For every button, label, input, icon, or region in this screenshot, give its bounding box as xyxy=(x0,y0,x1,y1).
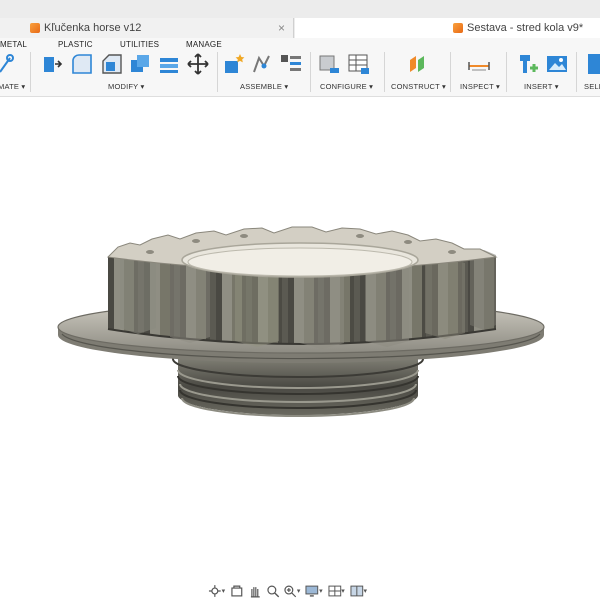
document-tab-strip: Kľučenka horse v12 × Sestava - stred kol… xyxy=(0,0,600,39)
inspect-group-label[interactable]: INSPECT ▾ xyxy=(460,82,500,91)
zoom-window-icon[interactable] xyxy=(282,584,298,598)
document-tab-label: Sestava - stred kola v9* xyxy=(467,22,584,34)
toolbar-separator xyxy=(576,52,577,92)
look-at-icon[interactable] xyxy=(229,584,245,598)
tab-sheet-metal[interactable]: METAL xyxy=(0,40,27,49)
move-copy-icon[interactable] xyxy=(186,52,210,76)
toolbar-separator xyxy=(384,52,385,92)
toolbar-separator xyxy=(217,52,218,92)
viewports-icon[interactable] xyxy=(349,584,365,598)
tab-plastic[interactable]: PLASTIC xyxy=(58,40,93,49)
document-tab-label: Kľučenka horse v12 xyxy=(44,22,142,34)
select-group-label[interactable]: SELE xyxy=(584,82,600,91)
automate-group-label[interactable]: MATE ▾ xyxy=(0,82,25,91)
new-component-icon[interactable] xyxy=(222,52,246,76)
document-cube-icon xyxy=(30,23,40,33)
wheel-hub-model[interactable] xyxy=(0,97,600,567)
joint-icon[interactable] xyxy=(250,52,274,76)
toolbar-separator xyxy=(506,52,507,92)
assemble-group-label[interactable]: ASSEMBLE ▾ xyxy=(240,82,288,91)
grid-settings-icon[interactable] xyxy=(327,584,343,598)
navigation-bar: ▾ ▾ ▾ ▾ ▾ xyxy=(207,583,369,599)
pan-icon[interactable] xyxy=(247,584,263,598)
close-tab-icon[interactable]: × xyxy=(278,21,285,35)
measure-icon[interactable] xyxy=(467,52,491,76)
toolbar-separator xyxy=(310,52,311,92)
select-icon[interactable] xyxy=(586,52,600,76)
joint-origin-icon[interactable] xyxy=(279,52,303,76)
orbit-icon[interactable] xyxy=(207,584,223,598)
document-tab-sestava[interactable]: Sestava - stred kola v9* xyxy=(295,18,600,38)
automate-icon[interactable] xyxy=(0,52,20,76)
chamfer-icon[interactable] xyxy=(100,52,124,76)
offset-plane-icon[interactable] xyxy=(406,52,430,76)
press-pull-icon[interactable] xyxy=(40,52,64,76)
tab-manage[interactable]: MANAGE xyxy=(186,40,222,49)
toolbar-separator xyxy=(30,52,31,92)
zoom-icon[interactable] xyxy=(265,584,281,598)
document-cube-icon xyxy=(453,23,463,33)
display-settings-icon[interactable] xyxy=(304,584,320,598)
modify-group-label[interactable]: MODIFY ▾ xyxy=(108,82,144,91)
insert-group-label[interactable]: INSERT ▾ xyxy=(524,82,559,91)
insert-mcmaster-icon[interactable] xyxy=(517,52,541,76)
combine-icon[interactable] xyxy=(157,52,181,76)
toolbar-separator xyxy=(450,52,451,92)
insert-image-icon[interactable] xyxy=(545,52,569,76)
shell-icon[interactable] xyxy=(128,52,152,76)
document-tab-klucenka[interactable]: Kľučenka horse v12 × xyxy=(0,18,294,38)
design-canvas[interactable] xyxy=(0,97,600,567)
configure-group-label[interactable]: CONFIGURE ▾ xyxy=(320,82,373,91)
ribbon-toolbar: METAL PLASTIC UTILITIES MANAGE MATE ▾ MO… xyxy=(0,38,600,97)
configure-component-icon[interactable] xyxy=(318,52,342,76)
fillet-icon[interactable] xyxy=(70,52,94,76)
tab-utilities[interactable]: UTILITIES xyxy=(120,40,159,49)
configuration-table-icon[interactable] xyxy=(347,52,371,76)
construct-group-label[interactable]: CONSTRUCT ▾ xyxy=(391,82,446,91)
